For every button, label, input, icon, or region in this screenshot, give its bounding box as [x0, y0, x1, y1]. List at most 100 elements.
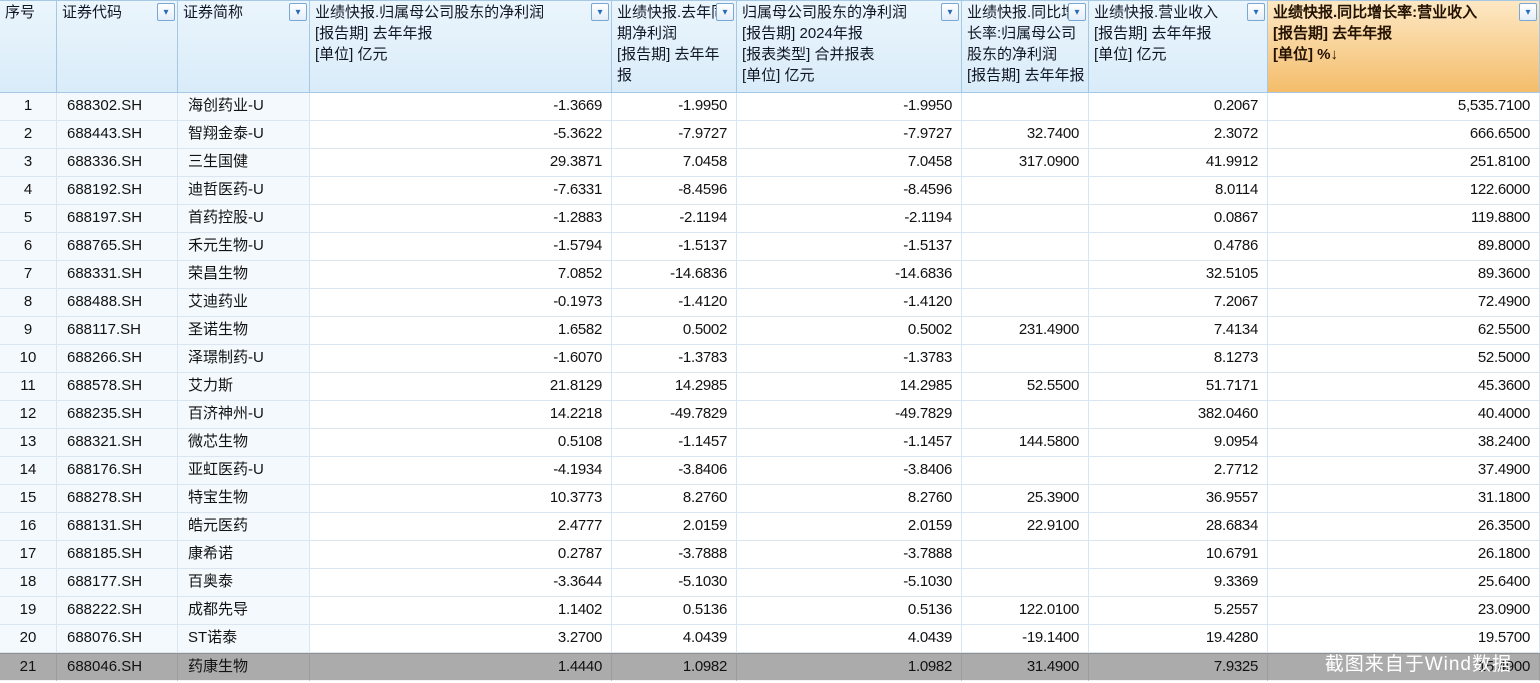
cell-net-profit-yoy-growth[interactable] — [962, 177, 1089, 205]
cell-net-profit-2024-report[interactable]: -3.8406 — [737, 457, 962, 485]
cell-index[interactable]: 14 — [0, 457, 57, 485]
table-row[interactable]: 2688443.SH智翔金泰-U-5.3622-7.9727-7.972732.… — [0, 121, 1540, 149]
cell-net-profit-yoy-growth[interactable]: 31.4900 — [962, 653, 1089, 681]
cell-index[interactable]: 5 — [0, 205, 57, 233]
filter-dropdown-icon[interactable]: ▾ — [1519, 3, 1537, 21]
column-header-net-profit-prev-period[interactable]: 业绩快报.去年同期净利润 [报告期] 去年年报▾ — [612, 0, 737, 93]
cell-security-code[interactable]: 688443.SH — [57, 121, 178, 149]
cell-revenue-express[interactable]: 2.7712 — [1089, 457, 1268, 485]
column-header-revenue-express[interactable]: 业绩快报.营业收入 [报告期] 去年年报 [单位] 亿元▾ — [1089, 0, 1268, 93]
cell-net-profit-express[interactable]: -1.3669 — [310, 93, 612, 121]
cell-net-profit-yoy-growth[interactable]: 32.7400 — [962, 121, 1089, 149]
cell-net-profit-prev-period[interactable]: -3.8406 — [612, 457, 737, 485]
cell-security-code[interactable]: 688185.SH — [57, 541, 178, 569]
cell-net-profit-prev-period[interactable]: -7.9727 — [612, 121, 737, 149]
cell-index[interactable]: 3 — [0, 149, 57, 177]
cell-security-name[interactable]: 海创药业-U — [178, 93, 310, 121]
cell-revenue-yoy-growth[interactable]: 26.3500 — [1268, 513, 1540, 541]
cell-net-profit-prev-period[interactable]: -49.7829 — [612, 401, 737, 429]
cell-net-profit-2024-report[interactable]: -3.7888 — [737, 541, 962, 569]
cell-net-profit-2024-report[interactable]: -49.7829 — [737, 401, 962, 429]
cell-security-code[interactable]: 688222.SH — [57, 597, 178, 625]
column-header-index[interactable]: 序号 — [0, 0, 57, 93]
cell-net-profit-express[interactable]: -3.3644 — [310, 569, 612, 597]
cell-revenue-yoy-growth[interactable]: 38.2400 — [1268, 429, 1540, 457]
cell-net-profit-2024-report[interactable]: 14.2985 — [737, 373, 962, 401]
cell-revenue-yoy-growth[interactable]: 37.4900 — [1268, 457, 1540, 485]
table-row[interactable]: 17688185.SH康希诺0.2787-3.7888-3.788810.679… — [0, 541, 1540, 569]
cell-revenue-express[interactable]: 41.9912 — [1089, 149, 1268, 177]
table-row[interactable]: 4688192.SH迪哲医药-U-7.6331-8.4596-8.45968.0… — [0, 177, 1540, 205]
table-row[interactable]: 14688176.SH亚虹医药-U-4.1934-3.8406-3.84062.… — [0, 457, 1540, 485]
cell-net-profit-prev-period[interactable]: 4.0439 — [612, 625, 737, 653]
cell-security-name[interactable]: 三生国健 — [178, 149, 310, 177]
cell-revenue-express[interactable]: 9.3369 — [1089, 569, 1268, 597]
cell-revenue-express[interactable]: 10.6791 — [1089, 541, 1268, 569]
cell-security-name[interactable]: 圣诺生物 — [178, 317, 310, 345]
cell-net-profit-yoy-growth[interactable]: 52.5500 — [962, 373, 1089, 401]
column-header-net-profit-yoy-growth[interactable]: 业绩快报.同比增长率:归属母公司股东的净利润 [报告期] 去年年报▾ — [962, 0, 1089, 93]
cell-net-profit-yoy-growth[interactable]: 25.3900 — [962, 485, 1089, 513]
table-row[interactable]: 12688235.SH百济神州-U14.2218-49.7829-49.7829… — [0, 401, 1540, 429]
cell-net-profit-2024-report[interactable]: 8.2760 — [737, 485, 962, 513]
cell-net-profit-express[interactable]: -1.5794 — [310, 233, 612, 261]
cell-net-profit-express[interactable]: -0.1973 — [310, 289, 612, 317]
cell-net-profit-yoy-growth[interactable] — [962, 541, 1089, 569]
cell-net-profit-2024-report[interactable]: -1.9950 — [737, 93, 962, 121]
cell-net-profit-2024-report[interactable]: 4.0439 — [737, 625, 962, 653]
cell-revenue-yoy-growth[interactable]: 89.3600 — [1268, 261, 1540, 289]
cell-security-code[interactable]: 688177.SH — [57, 569, 178, 597]
cell-index[interactable]: 16 — [0, 513, 57, 541]
cell-index[interactable]: 17 — [0, 541, 57, 569]
cell-net-profit-yoy-growth[interactable]: 144.5800 — [962, 429, 1089, 457]
cell-index[interactable]: 21 — [0, 653, 57, 681]
cell-security-name[interactable]: 首药控股-U — [178, 205, 310, 233]
column-header-net-profit-express[interactable]: 业绩快报.归属母公司股东的净利润 [报告期] 去年年报 [单位] 亿元▾ — [310, 0, 612, 93]
cell-net-profit-express[interactable]: 1.4440 — [310, 653, 612, 681]
cell-revenue-yoy-growth[interactable]: 25.6400 — [1268, 569, 1540, 597]
cell-security-code[interactable]: 688765.SH — [57, 233, 178, 261]
cell-security-name[interactable]: 荣昌生物 — [178, 261, 310, 289]
cell-net-profit-2024-report[interactable]: 1.0982 — [737, 653, 962, 681]
cell-revenue-express[interactable]: 0.2067 — [1089, 93, 1268, 121]
cell-revenue-express[interactable]: 0.0867 — [1089, 205, 1268, 233]
cell-revenue-express[interactable]: 51.7171 — [1089, 373, 1268, 401]
cell-index[interactable]: 13 — [0, 429, 57, 457]
cell-security-name[interactable]: 泽璟制药-U — [178, 345, 310, 373]
cell-security-name[interactable]: 艾力斯 — [178, 373, 310, 401]
cell-security-name[interactable]: 禾元生物-U — [178, 233, 310, 261]
cell-net-profit-express[interactable]: 29.3871 — [310, 149, 612, 177]
table-row[interactable]: 13688321.SH微芯生物0.5108-1.1457-1.1457144.5… — [0, 429, 1540, 457]
cell-revenue-express[interactable]: 8.0114 — [1089, 177, 1268, 205]
cell-net-profit-yoy-growth[interactable] — [962, 233, 1089, 261]
cell-net-profit-yoy-growth[interactable] — [962, 457, 1089, 485]
cell-revenue-yoy-growth[interactable]: 666.6500 — [1268, 121, 1540, 149]
cell-index[interactable]: 19 — [0, 597, 57, 625]
cell-net-profit-yoy-growth[interactable] — [962, 261, 1089, 289]
cell-net-profit-prev-period[interactable]: -8.4596 — [612, 177, 737, 205]
cell-revenue-yoy-growth[interactable]: 122.6000 — [1268, 177, 1540, 205]
table-row[interactable]: 19688222.SH成都先导1.14020.51360.5136122.010… — [0, 597, 1540, 625]
filter-dropdown-icon[interactable]: ▾ — [941, 3, 959, 21]
cell-revenue-express[interactable]: 36.9557 — [1089, 485, 1268, 513]
cell-revenue-yoy-growth[interactable]: 72.4900 — [1268, 289, 1540, 317]
cell-index[interactable]: 2 — [0, 121, 57, 149]
cell-net-profit-2024-report[interactable]: -14.6836 — [737, 261, 962, 289]
cell-security-code[interactable]: 688321.SH — [57, 429, 178, 457]
cell-net-profit-yoy-growth[interactable]: -19.1400 — [962, 625, 1089, 653]
cell-security-name[interactable]: 特宝生物 — [178, 485, 310, 513]
cell-revenue-express[interactable]: 32.5105 — [1089, 261, 1268, 289]
cell-net-profit-prev-period[interactable]: -5.1030 — [612, 569, 737, 597]
cell-net-profit-express[interactable]: 2.4777 — [310, 513, 612, 541]
cell-net-profit-yoy-growth[interactable]: 231.4900 — [962, 317, 1089, 345]
cell-security-code[interactable]: 688302.SH — [57, 93, 178, 121]
cell-net-profit-yoy-growth[interactable] — [962, 289, 1089, 317]
cell-net-profit-prev-period[interactable]: -3.7888 — [612, 541, 737, 569]
cell-revenue-yoy-growth[interactable]: 45.3600 — [1268, 373, 1540, 401]
table-row[interactable]: 11688578.SH艾力斯21.812914.298514.298552.55… — [0, 373, 1540, 401]
cell-revenue-yoy-growth[interactable]: 19.5700 — [1268, 625, 1540, 653]
cell-net-profit-prev-period[interactable]: 2.0159 — [612, 513, 737, 541]
cell-net-profit-prev-period[interactable]: 7.0458 — [612, 149, 737, 177]
cell-security-code[interactable]: 688488.SH — [57, 289, 178, 317]
cell-net-profit-express[interactable]: 3.2700 — [310, 625, 612, 653]
